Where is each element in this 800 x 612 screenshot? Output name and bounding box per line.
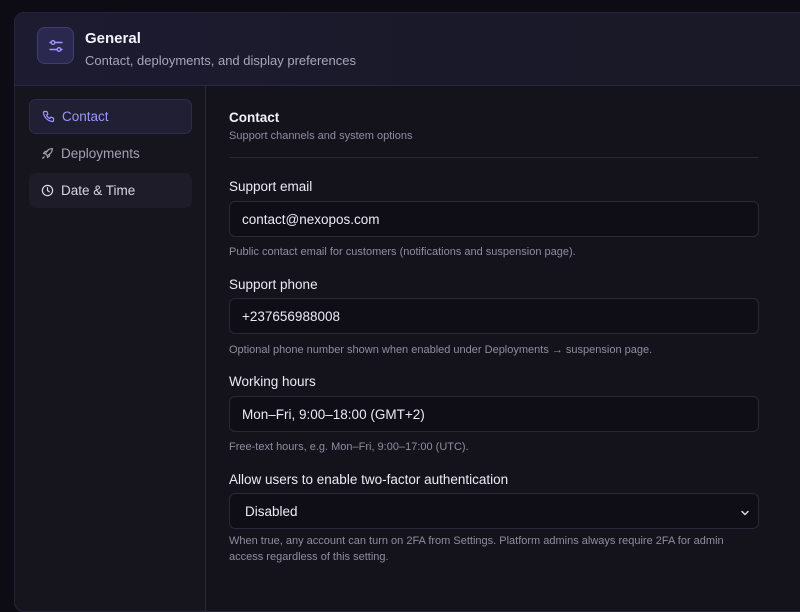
section-title: Contact xyxy=(229,110,280,125)
rocket-icon xyxy=(40,147,54,161)
support-phone-value: +237656988008 xyxy=(242,308,340,324)
settings-panel: General Contact, deployments, and displa… xyxy=(14,12,800,612)
phone-icon xyxy=(41,110,55,124)
clock-icon xyxy=(40,184,54,198)
two-factor-label: Allow users to enable two-factor authent… xyxy=(229,472,509,487)
section-subtitle: Support channels and system options xyxy=(229,130,413,142)
support-email-label: Support email xyxy=(229,179,313,194)
working-hours-input[interactable]: Mon–Fri, 9:00–18:00 (GMT+2) xyxy=(229,396,759,432)
sidebar-item-contact[interactable]: Contact xyxy=(29,99,192,134)
support-phone-help: Optional phone number shown when enabled… xyxy=(229,344,653,356)
chevron-down-icon xyxy=(740,506,750,521)
page-subtitle: Contact, deployments, and display prefer… xyxy=(85,53,356,68)
support-email-input[interactable]: contact@nexopos.com xyxy=(229,201,759,237)
working-hours-help: Free-text hours, e.g. Mon–Fri, 9:00–17:0… xyxy=(229,441,469,453)
two-factor-help: When true, any account can turn on 2FA f… xyxy=(229,535,724,563)
main-content: Contact Support channels and system opti… xyxy=(207,86,800,611)
sidebar-item-label: Contact xyxy=(62,109,109,124)
support-phone-input[interactable]: +237656988008 xyxy=(229,298,759,334)
support-email-value: contact@nexopos.com xyxy=(242,211,380,227)
sidebar-item-label: Deployments xyxy=(61,146,140,161)
support-email-help: Public contact email for customers (noti… xyxy=(229,246,576,258)
support-phone-label: Support phone xyxy=(229,277,318,292)
two-factor-value: Disabled xyxy=(245,503,298,519)
divider xyxy=(229,157,759,158)
sliders-icon xyxy=(37,27,74,64)
sidebar-item-label: Date & Time xyxy=(61,183,136,198)
working-hours-label: Working hours xyxy=(229,374,316,389)
sidebar-item-deployments[interactable]: Deployments xyxy=(29,136,192,171)
page-header: General Contact, deployments, and displa… xyxy=(15,13,800,86)
sidebar: Contact Deployments Date & Time xyxy=(15,86,206,611)
working-hours-value: Mon–Fri, 9:00–18:00 (GMT+2) xyxy=(242,406,425,422)
two-factor-select[interactable]: Disabled xyxy=(229,493,759,529)
page-title: General xyxy=(85,30,141,47)
sidebar-item-date-time[interactable]: Date & Time xyxy=(29,173,192,208)
